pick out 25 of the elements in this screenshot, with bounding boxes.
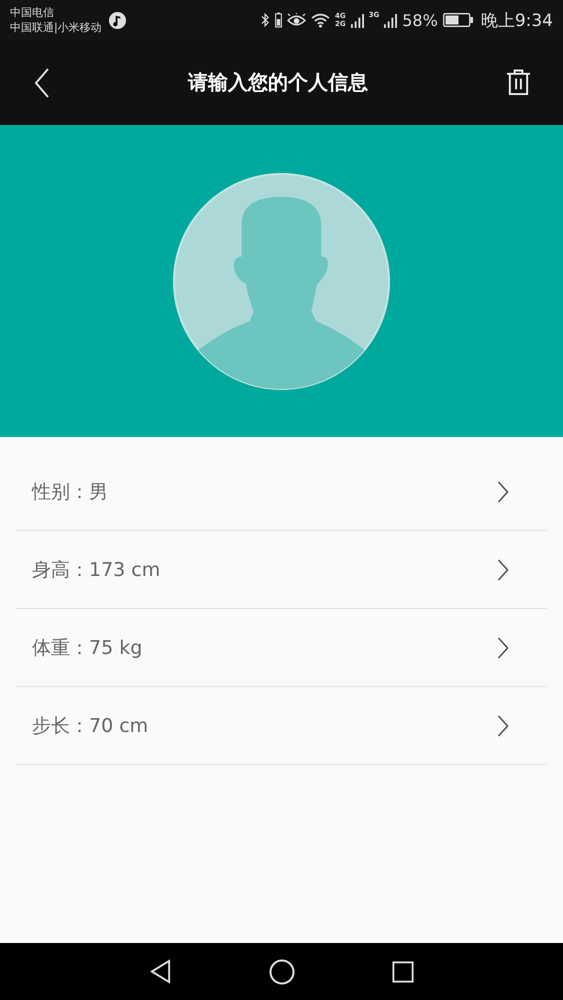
wifi-icon [311, 12, 330, 28]
profile-row[interactable]: 体重：75 kg [16, 609, 547, 687]
recents-square-icon[interactable] [392, 960, 414, 982]
profile-row[interactable]: 步长：70 cm [16, 687, 547, 765]
home-circle-icon[interactable] [268, 958, 295, 984]
chevron-right-icon [497, 714, 509, 736]
back-triangle-icon[interactable] [148, 959, 172, 984]
bluetooth-icon [261, 12, 270, 28]
eye-icon [287, 12, 306, 28]
battery-icon [442, 13, 473, 27]
signal-icon [350, 12, 364, 28]
chevron-right-icon [497, 636, 509, 658]
battery-percent: 58% [402, 10, 438, 30]
trash-icon [506, 69, 531, 96]
chevron-right-icon [497, 480, 509, 502]
profile-row[interactable]: 身高：173 cm [16, 531, 547, 609]
music-note-icon [108, 10, 127, 30]
clock-time: 晚上9:34 [480, 10, 553, 32]
carrier-name: 中国电信 [10, 5, 55, 20]
carrier-name: 中国联通|小米移动 [10, 20, 102, 35]
battery-small-icon [275, 12, 282, 28]
profile-row[interactable]: 性别：男 [16, 453, 547, 531]
chevron-right-icon [497, 558, 509, 580]
signal-icon [384, 12, 398, 28]
page-title: 请输入您的个人信息 [188, 69, 368, 96]
